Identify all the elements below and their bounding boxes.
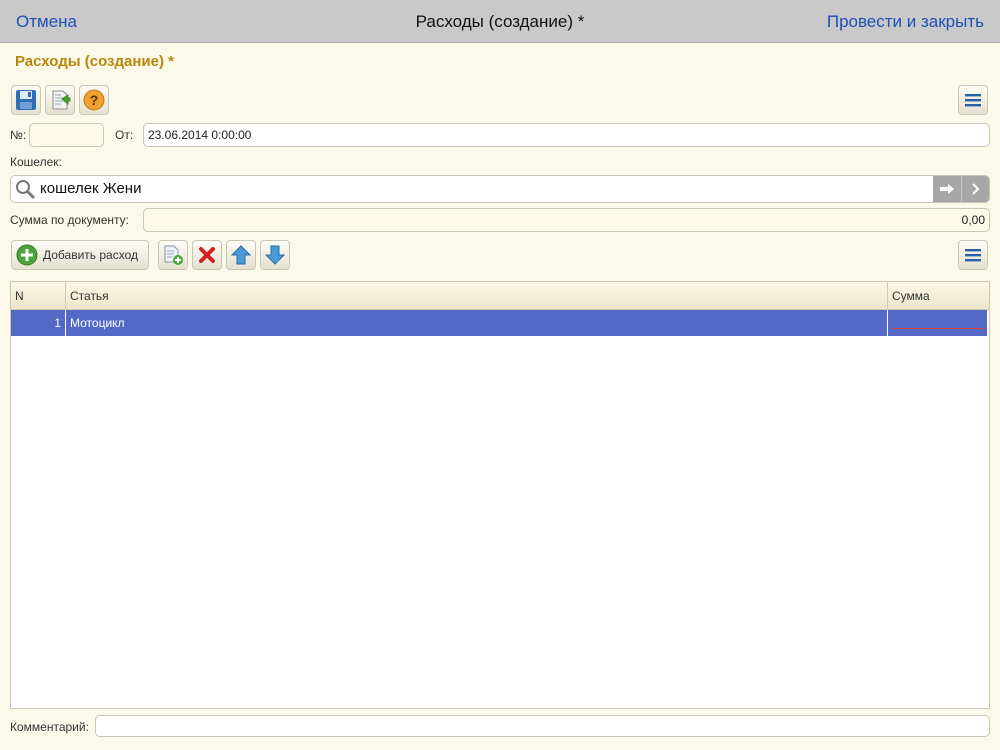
comment-label: Комментарий:	[10, 720, 89, 734]
row-item[interactable]: Мотоцикл	[66, 310, 888, 336]
arrow-up-icon	[230, 245, 252, 265]
chevron-right-icon	[971, 183, 979, 195]
column-header-item[interactable]: Статья	[66, 282, 888, 310]
copy-add-icon	[164, 245, 183, 265]
number-label: №:	[10, 128, 27, 142]
date-field[interactable]: 23.06.2014 0:00:00	[143, 123, 990, 147]
comment-field[interactable]	[95, 715, 990, 737]
post-document-icon	[52, 90, 71, 110]
open-wallet-button[interactable]	[933, 176, 961, 202]
help-button[interactable]: ?	[79, 85, 109, 115]
total-field: 0,00	[143, 208, 990, 232]
add-icon	[16, 244, 38, 266]
arrow-right-icon	[940, 184, 954, 194]
row-amount[interactable]	[888, 310, 987, 336]
post-document-button[interactable]	[45, 85, 75, 115]
search-icon	[16, 180, 35, 199]
delete-icon	[199, 247, 215, 263]
save-button[interactable]	[11, 85, 41, 115]
post-and-close-button[interactable]: Провести и закрыть	[827, 12, 984, 32]
move-up-button[interactable]	[226, 240, 256, 270]
menu-icon	[965, 249, 981, 262]
svg-text:?: ?	[90, 92, 99, 108]
arrow-down-icon	[264, 245, 286, 265]
add-expense-label: Добавить расход	[43, 248, 138, 262]
table-header: N Статья Сумма	[11, 282, 989, 310]
wallet-value: кошелек Жени	[40, 180, 142, 197]
number-field[interactable]	[29, 123, 104, 147]
more-actions-button[interactable]	[958, 85, 988, 115]
cancel-button[interactable]: Отмена	[16, 12, 77, 32]
wallet-buttons	[933, 176, 989, 202]
table-row[interactable]: 1 Мотоцикл	[11, 310, 987, 336]
column-header-n[interactable]: N	[11, 282, 66, 310]
wallet-field[interactable]: кошелек Жени	[10, 175, 990, 203]
row-number: 1	[11, 310, 66, 336]
required-field-underline	[892, 328, 985, 329]
navigation-bar: Отмена Расходы (создание) * Провести и з…	[0, 0, 1000, 43]
help-icon: ?	[83, 89, 105, 111]
copy-row-button[interactable]	[158, 240, 188, 270]
date-label: От:	[115, 128, 134, 142]
add-expense-button[interactable]: Добавить расход	[11, 240, 149, 270]
move-down-button[interactable]	[260, 240, 290, 270]
menu-icon	[965, 94, 981, 107]
wallet-label: Кошелек:	[10, 155, 62, 169]
select-wallet-button[interactable]	[961, 176, 989, 202]
total-label: Сумма по документу:	[10, 213, 129, 227]
form-title: Расходы (создание) *	[15, 53, 174, 70]
delete-row-button[interactable]	[192, 240, 222, 270]
save-icon	[16, 90, 36, 110]
table-more-actions-button[interactable]	[958, 240, 988, 270]
expenses-table: N Статья Сумма 1 Мотоцикл	[10, 281, 990, 709]
column-header-amount[interactable]: Сумма	[888, 282, 989, 310]
